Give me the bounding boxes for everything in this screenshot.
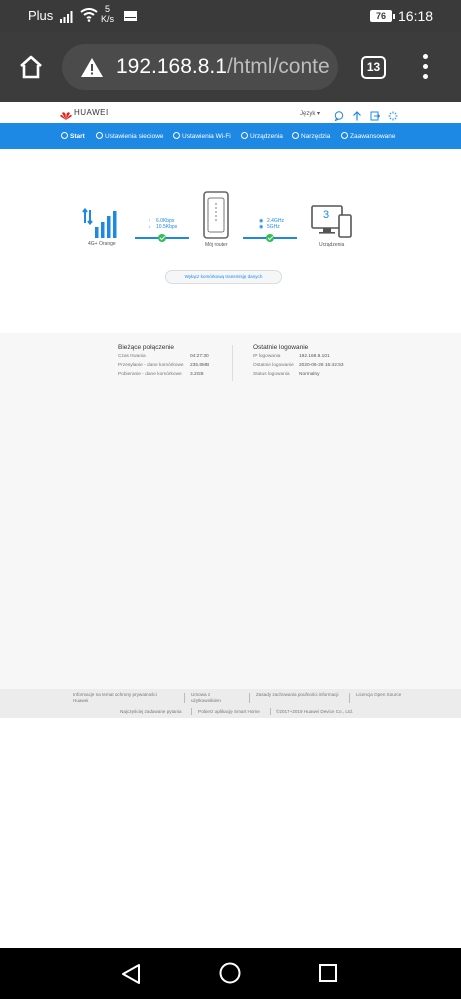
- nav-item-label: Zaawansowane: [350, 133, 396, 140]
- browser-toolbar: 192.168.8.1/html/conte 13: [0, 32, 461, 102]
- recents-icon[interactable]: [319, 964, 337, 987]
- globe-icon: [96, 132, 103, 139]
- faq-link[interactable]: Najczęściej zadawane pytania: [120, 709, 182, 715]
- footer-separator: [249, 693, 250, 703]
- status-info: Bieżące połączenie Czas trwania 04:27:30…: [0, 333, 461, 393]
- info-divider: [232, 345, 233, 381]
- upload-data-value: 235.8MB: [190, 363, 210, 368]
- footer-separator: [349, 693, 350, 703]
- privacy-link[interactable]: Informacje na temat ochrony prywatności …: [73, 692, 173, 703]
- last-login-title: Ostatnie logowanie: [253, 344, 309, 351]
- router-header: HUAWEI Język ▾: [0, 102, 461, 123]
- url-text[interactable]: 192.168.8.1/html/conte: [116, 55, 330, 79]
- tools-icon: [292, 132, 299, 139]
- home-icon[interactable]: [18, 54, 44, 80]
- download-speed: 10.5Kbps: [156, 224, 178, 230]
- smart-home-link[interactable]: Pobierz aplikację Smart Home: [198, 709, 260, 715]
- footer: Informacje na temat ochrony prywatności …: [0, 689, 461, 718]
- wifi-band-5: 5GHz: [267, 224, 280, 230]
- router-label: Mój router: [205, 242, 228, 248]
- download-data-value: 3.2GB: [190, 372, 204, 377]
- home-icon: [61, 132, 68, 139]
- nav-item-wifi-settings[interactable]: Ustawienia Wi-Fi: [173, 132, 231, 140]
- battery-icon: 76: [370, 10, 395, 22]
- network-speed-value: 5: [105, 4, 111, 14]
- login-ip-value: 192.168.8.101: [299, 354, 330, 359]
- login-ip-label: IP logowania: [253, 354, 281, 359]
- tabs-icon[interactable]: 13: [361, 56, 386, 79]
- signal-strength-icon[interactable]: [82, 207, 122, 244]
- open-source-link[interactable]: Licencja Open Source: [356, 692, 406, 698]
- duration-label: Czas trwania: [118, 354, 146, 359]
- url-host: 192.168.8.1: [116, 55, 227, 78]
- lan-ok-icon: [266, 234, 274, 242]
- home-circle-icon[interactable]: [219, 962, 241, 989]
- network-speed: 5 K/s: [101, 4, 114, 24]
- wifi-icon: [173, 132, 180, 139]
- router-web-page: HUAWEI Język ▾ Start Ustawienia sieciowe…: [0, 102, 461, 948]
- current-connection-title: Bieżące połączenie: [118, 344, 175, 351]
- gear-icon: [341, 132, 348, 139]
- brand-name: HUAWEI: [74, 108, 109, 117]
- footer-separator: [191, 708, 192, 715]
- warning-icon[interactable]: [80, 57, 104, 83]
- footer-separator: [270, 708, 271, 715]
- status-bar: Plus 5 K/s 76 16:18: [0, 0, 461, 32]
- logout-icon[interactable]: [370, 108, 381, 121]
- network-topology: 4G+ Orange ↑ 6.0Kbps ↓ 10.5Kbps Mój rout…: [0, 149, 461, 333]
- toggle-mobile-data-button[interactable]: Wyłącz komórkową transmisję danych: [165, 270, 282, 284]
- nav-item-label: Start: [70, 133, 85, 140]
- nav-item-devices[interactable]: Urządzenia: [241, 132, 283, 140]
- url-path: /html/conte: [226, 55, 330, 78]
- nav-item-label: Narzędzia: [301, 133, 331, 140]
- network-label: 4G+ Orange: [88, 241, 116, 247]
- main-nav: Start Ustawienia sieciowe Ustawienia Wi-…: [0, 123, 461, 149]
- address-bar[interactable]: 192.168.8.1/html/conte: [62, 44, 338, 90]
- loading-icon: [388, 108, 398, 121]
- wan-ok-icon: [158, 234, 166, 242]
- login-status-value: Normalny: [299, 372, 320, 377]
- copyright: ©2017~2019 Huawei Device Co., Ltd.: [276, 709, 354, 714]
- devices-count[interactable]: 3: [323, 209, 329, 221]
- last-login-label: Ostatnie logowanie: [253, 363, 294, 368]
- router-icon[interactable]: [203, 191, 229, 244]
- page-blank-area: [0, 718, 461, 948]
- user-agreement-link[interactable]: Umowa z użytkownikiem: [191, 692, 241, 703]
- chat-icon[interactable]: [334, 108, 344, 122]
- nav-item-label: Ustawienia sieciowe: [105, 133, 164, 140]
- upload-icon[interactable]: [352, 108, 362, 121]
- upload-data-label: Przesyłanie - dane komórkowe: [118, 363, 184, 368]
- clock: 16:18: [398, 8, 434, 24]
- language-selector[interactable]: Język ▾: [300, 110, 320, 117]
- nav-item-advanced[interactable]: Zaawansowane: [341, 132, 396, 140]
- back-icon[interactable]: [121, 963, 141, 990]
- devices-icon[interactable]: [311, 205, 353, 244]
- nav-item-tools[interactable]: Narzędzia: [292, 132, 330, 140]
- network-speed-unit: K/s: [101, 14, 115, 24]
- duration-value: 04:27:30: [190, 354, 209, 359]
- login-status-label: Status logowania: [253, 372, 290, 377]
- download-arrow-icon: ↓: [148, 224, 151, 230]
- wifi-icon: [80, 8, 98, 27]
- nav-item-network-settings[interactable]: Ustawienia sieciowe: [96, 132, 164, 140]
- nav-item-label: Urządzenia: [250, 133, 283, 140]
- mail-icon: [124, 11, 137, 21]
- devices-label: Urządzenia: [319, 242, 345, 248]
- overflow-menu-icon[interactable]: [420, 54, 430, 82]
- language-label: Język: [300, 111, 316, 117]
- nav-item-label: Ustawienia Wi-Fi: [182, 133, 231, 140]
- signal-icon: [60, 10, 74, 28]
- devices-icon: [241, 132, 248, 139]
- carrier-name: Plus: [28, 8, 54, 23]
- wifi-5-icon: ◉: [259, 224, 264, 230]
- last-login-value: 2020-06-26 15:42:53: [299, 363, 344, 368]
- download-data-label: Pobieranie - dane komórkowe: [118, 372, 182, 377]
- nav-item-start[interactable]: Start: [61, 132, 85, 140]
- privacy-rules-link[interactable]: Zasady zachowania poufności informacji: [256, 692, 346, 698]
- footer-separator: [184, 693, 185, 703]
- system-nav-bar: [0, 948, 461, 999]
